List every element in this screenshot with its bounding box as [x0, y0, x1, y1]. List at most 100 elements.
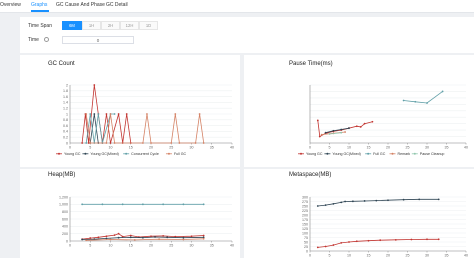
data-point	[174, 113, 177, 115]
tab-gc-cause-and-phase[interactable]: GC Cause And Phase	[56, 2, 105, 8]
time-span-12h[interactable]: 12H	[120, 21, 139, 30]
data-point	[198, 113, 201, 115]
y-tick-label: 1.6	[63, 95, 68, 99]
y-tick-label: 200	[62, 232, 68, 236]
y-tick-label: 200	[302, 213, 308, 217]
x-tick-label: 40	[464, 254, 468, 258]
data-point	[202, 142, 205, 144]
y-tick-label: 1.4	[63, 101, 68, 105]
active-tab-indicator	[31, 10, 49, 12]
data-point	[348, 241, 350, 243]
data-point	[332, 244, 335, 246]
data-point	[426, 102, 428, 104]
time-span-1d[interactable]: 1D	[139, 21, 158, 30]
x-tick-label: 40	[230, 244, 234, 248]
time-span-1h[interactable]: 1H	[82, 21, 101, 30]
y-tick-label: 800	[62, 210, 68, 214]
tab-overview[interactable]: Overview	[0, 2, 21, 8]
x-tick-label: 40	[230, 146, 234, 150]
legend-marker	[326, 152, 329, 155]
x-tick-label: 25	[406, 254, 410, 258]
help-icon	[44, 37, 49, 42]
data-point	[324, 131, 327, 134]
time-input[interactable]: 0	[62, 36, 134, 44]
data-point	[105, 142, 108, 144]
x-tick-label: 40	[464, 146, 468, 150]
x-tick-label: 10	[109, 244, 113, 248]
data-point	[129, 234, 132, 237]
data-point	[340, 131, 343, 134]
data-point	[142, 236, 144, 239]
y-tick-label: 0.8	[63, 118, 68, 122]
x-tick-label: 0	[69, 244, 71, 248]
data-point	[340, 201, 343, 204]
y-tick-label: 1,200	[59, 195, 68, 199]
data-point	[142, 203, 144, 206]
data-point	[340, 128, 343, 131]
x-tick-label: 10	[347, 146, 351, 150]
series-line	[86, 238, 204, 241]
legend-marker	[367, 152, 370, 155]
legend-label: Full GC	[174, 152, 187, 156]
metaspace-card: Metaspace(MB) 0 25 50 75 100 125 150 175 200 225 2…	[244, 169, 474, 258]
x-tick-label: 25	[169, 146, 173, 150]
data-point	[363, 200, 366, 202]
x-tick-label: 15	[129, 146, 133, 150]
data-point	[81, 238, 84, 241]
x-tick-label: 15	[129, 244, 133, 248]
data-point	[324, 245, 327, 248]
data-point	[89, 142, 92, 144]
data-point	[146, 113, 148, 115]
legend-marker	[125, 152, 128, 155]
data-point	[142, 142, 144, 144]
y-tick-label: 75	[304, 236, 308, 240]
data-point	[162, 234, 165, 237]
data-point	[394, 238, 397, 241]
data-point	[87, 142, 90, 144]
data-point	[426, 238, 428, 241]
x-tick-label: 20	[386, 146, 390, 150]
data-point	[125, 113, 128, 115]
x-tick-label: 25	[169, 244, 173, 248]
legend-label: Young GC(Mixed)	[90, 152, 118, 156]
y-tick-label: 1.2	[63, 107, 68, 111]
data-point	[320, 133, 323, 136]
x-tick-label: 0	[69, 146, 71, 150]
x-tick-label: 20	[149, 244, 153, 248]
x-tick-label: 30	[425, 254, 429, 258]
y-tick-label: 1,000	[59, 203, 68, 207]
y-tick-label: 1	[66, 112, 68, 116]
tab-graphs[interactable]: Graphs	[31, 2, 47, 8]
data-point	[133, 239, 136, 241]
y-tick-label: 400	[62, 225, 68, 229]
legend-label: Young GC	[64, 152, 81, 156]
x-tick-label: 35	[210, 244, 214, 248]
x-tick-label: 30	[190, 146, 194, 150]
x-tick-label: 0	[309, 254, 311, 258]
legend-label: Remark	[398, 152, 411, 156]
data-point	[117, 232, 120, 235]
pause-time-chart: 0 5 10 15 20 25 30 35 40 Young GC Young GC(Mixed) F…	[298, 84, 468, 156]
legend-marker	[300, 152, 302, 155]
y-tick-label: 0	[66, 141, 68, 145]
y-tick-label: 0	[306, 249, 308, 253]
data-point	[324, 204, 327, 206]
series-line	[317, 238, 439, 248]
data-point	[194, 142, 197, 144]
x-tick-label: 30	[190, 244, 194, 248]
tab-gc-detail[interactable]: GC Detail	[106, 2, 128, 8]
y-tick-label: 250	[302, 204, 308, 208]
data-point	[154, 236, 156, 238]
x-tick-label: 0	[309, 146, 311, 150]
data-point	[105, 113, 108, 115]
time-span-6m[interactable]: 6M	[62, 21, 82, 30]
x-tick-label: 35	[210, 146, 214, 150]
x-tick-label: 30	[425, 146, 429, 150]
x-tick-label: 5	[329, 146, 331, 150]
data-point	[418, 198, 421, 201]
time-span-2h[interactable]: 2H	[101, 21, 120, 30]
series-line	[89, 113, 99, 144]
x-tick-label: 10	[109, 146, 113, 150]
x-tick-label: 20	[386, 254, 390, 258]
data-point	[109, 113, 112, 115]
